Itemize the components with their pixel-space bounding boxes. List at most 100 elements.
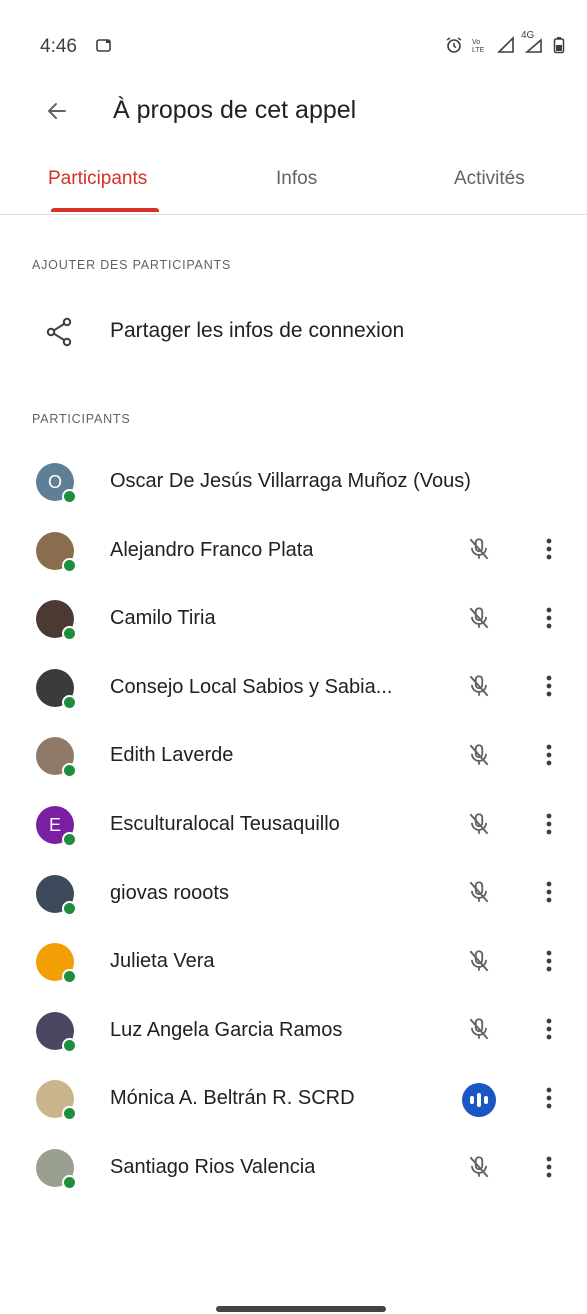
tab-bar: Participants Infos Activités [0, 148, 587, 215]
participant-name: Mónica A. Beltrán R. SCRD [110, 1087, 355, 1110]
participant-row[interactable]: O Oscar De Jesús Villarraga Muñoz (Vous) [0, 448, 587, 516]
page-title: À propos de cet appel [113, 96, 357, 124]
participant-row[interactable]: E Esculturalocal Teusaquillo [0, 791, 587, 859]
tab-indicator [51, 208, 159, 212]
online-status-dot [62, 489, 77, 504]
mute-participant-button[interactable] [462, 535, 496, 569]
avatar [36, 668, 77, 710]
share-label: Partager les infos de connexion [110, 319, 405, 342]
mute-participant-button[interactable] [462, 1015, 496, 1049]
participant-name: Luz Angela Garcia Ramos [110, 1018, 343, 1041]
online-status-dot [62, 1175, 77, 1190]
section-header-add: AJOUTER DES PARTICIPANTS [32, 258, 232, 272]
online-status-dot [62, 1106, 77, 1122]
avatar [36, 1080, 77, 1122]
participant-name: Esculturalocal Teusaquillo [110, 813, 340, 835]
mic-off-icon [466, 948, 492, 979]
more-options-button[interactable] [536, 603, 562, 637]
home-indicator[interactable] [216, 1306, 386, 1312]
mic-off-icon [466, 742, 492, 773]
more-options-button[interactable] [536, 535, 562, 569]
participant-row[interactable]: Alejandro Franco Plata [0, 517, 587, 585]
tab-infos[interactable]: Infos [276, 168, 317, 190]
participant-name: Oscar De Jesús Villarraga Muñoz (Vous) [110, 470, 471, 492]
online-status-dot [62, 969, 77, 985]
participant-row[interactable]: Camilo Tiria [0, 585, 587, 653]
more-vert-icon [546, 880, 552, 909]
more-options-button[interactable] [536, 946, 562, 980]
battery-icon [553, 36, 565, 54]
avatar [36, 874, 77, 916]
participant-name: Julieta Vera [110, 950, 215, 973]
participant-name: Camilo Tiria [110, 607, 216, 630]
more-vert-icon [546, 1155, 552, 1184]
mic-off-icon [466, 811, 492, 842]
mute-participant-button[interactable] [462, 878, 496, 912]
more-vert-icon [546, 674, 552, 703]
speaking-indicator[interactable] [462, 1083, 496, 1118]
online-status-dot [62, 763, 77, 779]
audio-level-icon [462, 1083, 496, 1118]
avatar-initial: E [48, 814, 61, 835]
mute-participant-button[interactable] [462, 1152, 496, 1186]
mic-off-icon [466, 1154, 492, 1185]
share-icon [44, 316, 74, 353]
participant-name: Consejo Local Sabios y Sabia... [110, 675, 393, 698]
volte-icon: Vo LTE [471, 36, 489, 54]
mic-off-icon [466, 673, 492, 704]
arrow-back-icon [45, 99, 69, 128]
status-bar: 4:46 Vo LTE 4G [0, 0, 587, 92]
online-status-dot [62, 1037, 77, 1053]
mic-off-icon [466, 536, 492, 567]
more-vert-icon [546, 1017, 552, 1046]
tab-activites[interactable]: Activités [454, 168, 525, 190]
avatar [36, 737, 77, 779]
participant-row[interactable]: giovas rooots [0, 860, 587, 928]
online-status-dot [62, 832, 77, 847]
online-status-dot [62, 626, 77, 642]
more-options-button[interactable] [536, 878, 562, 912]
avatar-initial: O [47, 471, 62, 492]
avatar [36, 1149, 77, 1190]
back-button[interactable] [40, 96, 74, 130]
more-options-button[interactable] [536, 1015, 562, 1049]
more-vert-icon [546, 812, 552, 841]
participant-name: Edith Laverde [110, 744, 234, 767]
section-header-participants: PARTICIPANTS [32, 412, 131, 426]
more-options-button[interactable] [536, 1152, 562, 1186]
avatar [36, 1011, 77, 1053]
avatar [36, 600, 77, 642]
mute-participant-button[interactable] [462, 946, 496, 980]
more-vert-icon [546, 606, 552, 635]
online-status-dot [62, 900, 77, 916]
participant-name: Alejandro Franco Plata [110, 538, 314, 561]
participant-row[interactable]: Mónica A. Beltrán R. SCRD [0, 1065, 587, 1133]
signal-icon [497, 36, 515, 54]
more-options-button[interactable] [536, 1083, 562, 1117]
share-join-info-button[interactable]: Partager les infos de connexion [0, 304, 587, 360]
mute-participant-button[interactable] [462, 672, 496, 706]
mute-participant-button[interactable] [462, 740, 496, 774]
mic-off-icon [466, 605, 492, 636]
mic-off-icon [466, 1016, 492, 1047]
mute-participant-button[interactable] [462, 603, 496, 637]
participant-name: Santiago Rios Valencia [110, 1156, 316, 1178]
mic-off-icon [466, 879, 492, 910]
participant-row[interactable]: Edith Laverde [0, 722, 587, 790]
tab-participants[interactable]: Participants [48, 168, 147, 190]
avatar [36, 531, 77, 573]
more-options-button[interactable] [536, 740, 562, 774]
participant-row[interactable]: Consejo Local Sabios y Sabia... [0, 654, 587, 722]
participant-row[interactable]: Julieta Vera [0, 928, 587, 996]
more-vert-icon [546, 1086, 552, 1115]
participant-row[interactable]: Santiago Rios Valencia [0, 1134, 587, 1202]
more-options-button[interactable] [536, 809, 562, 843]
more-options-button[interactable] [536, 672, 562, 706]
avatar: O [36, 463, 77, 504]
cast-icon [96, 39, 112, 58]
participant-row[interactable]: Luz Angela Garcia Ramos [0, 997, 587, 1065]
avatar: E [36, 806, 77, 847]
status-time: 4:46 [40, 36, 77, 57]
mute-participant-button[interactable] [462, 809, 496, 843]
more-vert-icon [546, 949, 552, 978]
